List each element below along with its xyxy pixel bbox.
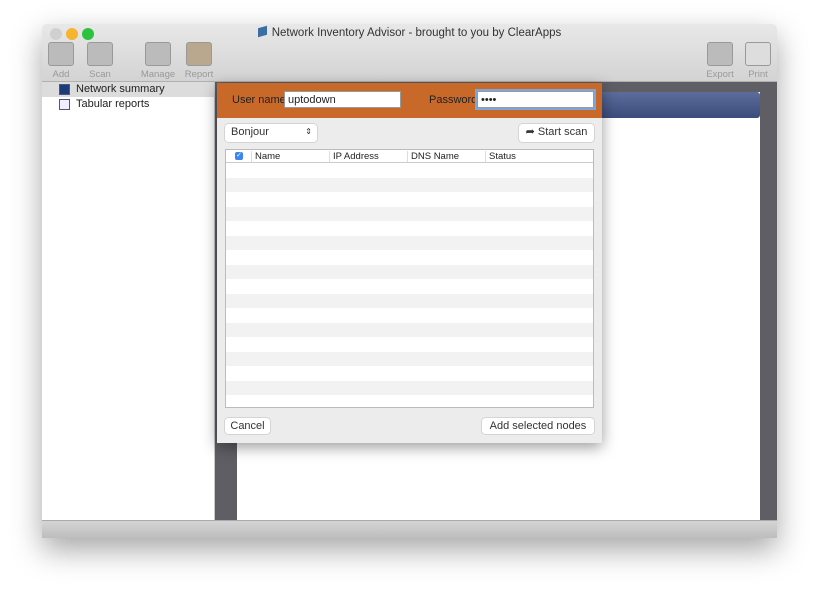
column-header-ip[interactable]: IP Address xyxy=(329,151,379,162)
scan-dialog: User name uptodown Password •••• Bonjour… xyxy=(217,83,602,443)
table-row xyxy=(226,380,593,395)
scan-icon xyxy=(87,42,113,66)
table-header: ✓ Name IP Address DNS Name Status xyxy=(226,150,593,163)
add-selected-nodes-button[interactable]: Add selected nodes xyxy=(482,418,594,434)
share-arrow-icon: ➦ xyxy=(525,126,538,138)
table-row xyxy=(226,206,593,221)
sidebar-item-network-summary[interactable]: Network summary xyxy=(42,82,214,97)
manage-label: Manage xyxy=(140,69,176,80)
table-row xyxy=(226,293,593,308)
table-row xyxy=(226,351,593,366)
table-row xyxy=(226,235,593,250)
source-select-value: Bonjour xyxy=(231,126,269,138)
table-row xyxy=(226,308,593,323)
table-row xyxy=(226,279,593,294)
sidebar: Network summary Tabular reports xyxy=(42,82,215,520)
app-icon xyxy=(257,25,267,38)
manage-icon xyxy=(145,42,171,66)
table-row xyxy=(226,337,593,352)
sidebar-item-label: Network summary xyxy=(76,83,165,95)
title-bar: Network Inventory Advisor - brought to y… xyxy=(42,24,777,82)
table-row xyxy=(226,221,593,236)
column-header-name[interactable]: Name xyxy=(251,151,280,162)
table-row xyxy=(226,163,593,178)
report-label: Report xyxy=(184,69,214,80)
report-button[interactable]: Report xyxy=(179,42,219,80)
tabular-reports-icon xyxy=(59,99,70,110)
manage-button[interactable]: Manage xyxy=(138,42,178,80)
print-label: Print xyxy=(748,69,768,80)
network-summary-icon xyxy=(59,84,70,95)
table-row xyxy=(226,192,593,207)
scan-label: Scan xyxy=(89,69,111,80)
updown-chevron-icon: ⇕ xyxy=(305,127,312,136)
password-input[interactable]: •••• xyxy=(477,91,594,108)
select-all-checkbox[interactable]: ✓ xyxy=(235,152,243,160)
source-select[interactable]: Bonjour ⇕ xyxy=(225,124,317,142)
export-label: Export xyxy=(706,69,734,80)
sidebar-item-label: Tabular reports xyxy=(76,98,150,110)
credentials-bar: User name uptodown Password •••• xyxy=(217,83,602,118)
add-icon xyxy=(48,42,74,66)
table-row xyxy=(226,264,593,279)
table-body xyxy=(226,163,593,407)
scan-button[interactable]: Scan xyxy=(80,42,120,80)
window-title: Network Inventory Advisor - brought to y… xyxy=(42,25,777,39)
username-input[interactable]: uptodown xyxy=(284,91,401,108)
nodes-table: ✓ Name IP Address DNS Name Status xyxy=(225,149,594,408)
column-header-status[interactable]: Status xyxy=(485,151,593,162)
print-button[interactable]: Print xyxy=(738,42,777,80)
start-scan-label: Start scan xyxy=(537,126,588,138)
add-button[interactable]: Add xyxy=(42,42,81,80)
table-row xyxy=(226,322,593,337)
window-title-text: Network Inventory Advisor - brought to y… xyxy=(271,27,562,39)
table-row xyxy=(226,250,593,265)
export-icon xyxy=(707,42,733,66)
report-icon xyxy=(186,42,212,66)
start-scan-button[interactable]: ➦ Start scan xyxy=(519,124,594,142)
status-bar xyxy=(42,520,777,538)
column-header-dns[interactable]: DNS Name xyxy=(407,151,459,162)
table-row xyxy=(226,395,593,407)
export-button[interactable]: Export xyxy=(700,42,740,80)
printer-icon xyxy=(745,42,771,66)
sidebar-item-tabular-reports[interactable]: Tabular reports xyxy=(42,97,214,112)
add-label: Add xyxy=(52,69,70,80)
table-row xyxy=(226,177,593,192)
cancel-button[interactable]: Cancel xyxy=(225,418,270,434)
username-label: User name xyxy=(232,94,286,106)
table-row xyxy=(226,366,593,381)
password-label: Password xyxy=(429,94,478,106)
